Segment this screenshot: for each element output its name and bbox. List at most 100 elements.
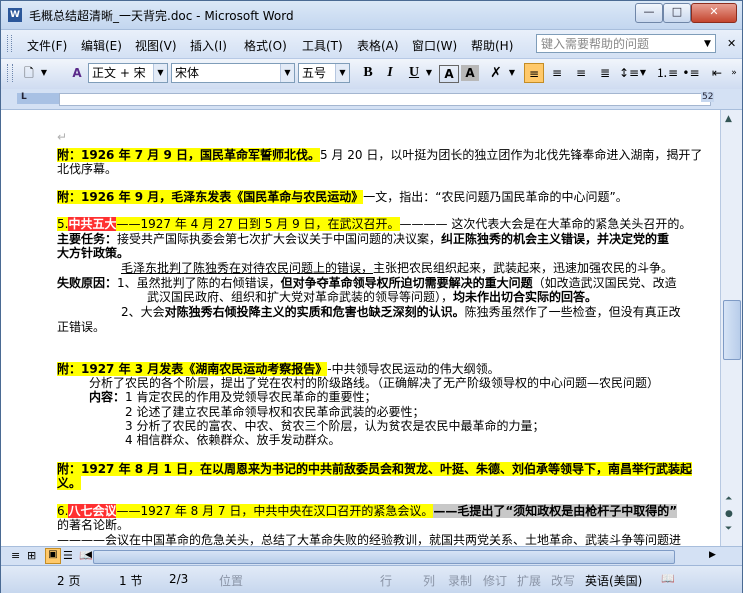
horizontal-ruler[interactable]: L 52 (1, 89, 742, 110)
line-spacing-icon[interactable]: ↕≡ (619, 63, 639, 83)
p10-number: 6. (57, 504, 69, 518)
underline-dropdown-icon[interactable]: ▼ (424, 63, 434, 83)
web-layout-view-icon[interactable]: ⊞ (27, 549, 36, 562)
bullets-button[interactable]: •≡ (681, 63, 701, 83)
font-size-combobox[interactable]: 五号 ▼ (298, 63, 350, 83)
p3-date: ——1927 年 4 月 27 日到 5 月 9 日，在武汉召开。 (116, 217, 400, 231)
p10-gray: ——毛提出了“须知政权是由枪杆子中取得的” (433, 504, 678, 518)
doc-line-16: 3 分析了农民的富农、中农、贫农三个阶层，认为贫农是农民中最革命的力量； (125, 419, 544, 434)
menu-help[interactable]: 帮助(H) (471, 37, 513, 54)
p10-line2: 的著名论断。 (57, 518, 130, 532)
help-search-input[interactable]: 键入需要帮助的问题 (536, 34, 716, 53)
style-value: 正文 + 宋 (92, 66, 146, 80)
ruler-scale[interactable] (59, 93, 711, 106)
p3-number: 5. (57, 217, 69, 231)
menu-window[interactable]: 窗口(W) (412, 37, 457, 54)
bold-button[interactable]: B (359, 63, 377, 83)
p6-text2: （如改造武汉国民党、改造 (532, 276, 677, 290)
new-document-icon[interactable]: 🗋 (19, 63, 39, 83)
style-dropdown-icon[interactable]: ▼ (153, 64, 167, 82)
p9-line2: 义。 (57, 476, 82, 490)
align-right-button[interactable]: ≡ (571, 63, 591, 83)
status-extend[interactable]: 扩展 (517, 572, 541, 589)
decrease-indent-button[interactable]: ⇤ (707, 63, 727, 83)
window-title: 毛概总结超清晰_一天背完.doc - Microsoft Word (29, 9, 294, 23)
font-size-dropdown-icon[interactable]: ▼ (335, 64, 349, 82)
text-effects-icon[interactable]: ✗ (485, 63, 507, 83)
print-layout-view-icon[interactable]: ▣ (45, 548, 61, 564)
toolbar-options-icon[interactable]: » (729, 63, 739, 83)
paragraph-mark-icon: ↵ (57, 130, 68, 144)
status-record[interactable]: 录制 (448, 572, 472, 589)
word-window: W 毛概总结超清晰_一天背完.doc - Microsoft Word — □ … (0, 0, 743, 593)
horizontal-scrollbar[interactable]: ≡ ⊞ ▣ ☰ 📖 ◀ ▶ (1, 546, 742, 566)
maximize-button[interactable]: □ (663, 3, 691, 23)
status-bar: 2 页 1 节 2/3 位置 行 列 录制 修订 扩展 改写 英语(美国) 📖 (1, 565, 742, 593)
doc-line-9: 武汉国民政府、组织和扩大党对革命武装的领导等问题），均未作出切合实际的回答。 (147, 290, 597, 305)
close-button[interactable]: ✕ (691, 3, 737, 23)
numbering-button[interactable]: ⒈≡ (656, 63, 678, 83)
doc-line-5: 主要任务：接受共产国际执委会第七次扩大会议关于中国问题的决议案，纠正陈独秀的机会… (57, 232, 669, 247)
menu-view[interactable]: 视图(V) (135, 37, 177, 54)
scroll-left-icon[interactable]: ◀ (85, 550, 92, 560)
scroll-up-icon[interactable]: ▲ (725, 114, 732, 124)
vertical-scroll-thumb[interactable] (723, 300, 741, 360)
status-track-changes[interactable]: 修订 (483, 572, 507, 589)
styles-pane-icon[interactable]: A (67, 63, 87, 83)
italic-button[interactable]: I (381, 63, 399, 83)
status-overtype[interactable]: 改写 (551, 572, 575, 589)
underline-button[interactable]: U (405, 63, 423, 83)
menu-table[interactable]: 表格(A) (357, 37, 399, 54)
menu-file[interactable]: 文件(F) (27, 37, 67, 54)
tab-selector-icon[interactable]: L (21, 92, 27, 102)
minimize-button[interactable]: — (635, 3, 663, 23)
align-justify-button[interactable]: ≡ (524, 63, 544, 83)
status-page: 2 页 (57, 574, 81, 588)
style-combobox[interactable]: 正文 + 宋 ▼ (88, 63, 168, 83)
menu-edit[interactable]: 编辑(E) (81, 37, 122, 54)
distributed-align-button[interactable]: ≣ (595, 63, 615, 83)
p2-bold: 附：1926 年 9 月，毛泽东发表《国民革命与农民运动》 (57, 190, 364, 204)
align-center-button[interactable]: ≡ (547, 63, 567, 83)
effects-dropdown-icon[interactable]: ▼ (507, 63, 517, 83)
vertical-scrollbar[interactable]: ▲ ⏶ ● ⏷ (720, 110, 742, 547)
p8-content-4: 4 相信群众、依赖群众、放手发动群众。 (125, 433, 341, 447)
status-language[interactable]: 英语(美国) (585, 572, 642, 589)
p8-rest: -中共领导农民运动的伟大纲领。 (327, 362, 500, 376)
status-column: 列 (423, 574, 436, 588)
previous-page-icon[interactable]: ⏶ (725, 494, 732, 504)
p4-bold: 纠正陈独秀的机会主义错误，并决定党的重 (441, 232, 670, 246)
p6-line2b: 均未作出切合实际的回答。 (453, 290, 598, 304)
doc-line-13: 分析了农民的各个阶层，提出了党在农村的阶级路线。（正确解决了无产阶级领导权的中心… (89, 376, 659, 391)
p6-text1: 1、虽然批判了陈的右倾错误， (117, 276, 281, 290)
select-browse-object-icon[interactable]: ● (725, 509, 733, 519)
p5-underline: 毛泽东批判了陈独秀在对待农民问题上的错误， (121, 261, 374, 275)
doc-line-6: 大方针政策。 (57, 246, 129, 261)
doc-line-10: 2、大会对陈独秀右倾投降主义的实质和危害也缺乏深刻的认识。陈独秀虽然作了一些检查… (121, 305, 681, 320)
doc-line-21: 的著名论断。 (57, 518, 129, 533)
status-section: 1 节 (119, 574, 143, 588)
font-combobox[interactable]: 宋体 ▼ (171, 63, 295, 83)
doc-line-12: 附：1927 年 3 月发表《湖南农民运动考察报告》-中共领导农民运动的伟大纲领… (57, 362, 500, 377)
new-dropdown-icon[interactable]: ▼ (39, 63, 49, 83)
next-page-icon[interactable]: ⏷ (725, 524, 732, 534)
menu-format[interactable]: 格式(O) (244, 37, 287, 54)
menubar-grip-icon[interactable] (7, 35, 12, 52)
outline-view-icon[interactable]: ☰ (63, 549, 73, 562)
doc-line-20: 6.八七会议——1927 年 8 月 7 日，中共中央在汉口召开的紧急会议。——… (57, 504, 678, 519)
menu-tools[interactable]: 工具(T) (302, 37, 343, 54)
character-shading-icon[interactable]: A (461, 65, 479, 81)
spelling-status-icon[interactable]: 📖 (661, 572, 675, 585)
scroll-right-icon[interactable]: ▶ (709, 550, 716, 560)
help-dropdown-icon[interactable]: ▼ (704, 39, 711, 49)
normal-view-icon[interactable]: ≡ (11, 549, 20, 562)
character-border-icon[interactable]: A (439, 65, 459, 83)
toolbar-grip-icon[interactable] (7, 64, 13, 82)
font-dropdown-icon[interactable]: ▼ (280, 64, 294, 82)
document-page[interactable]: ↵ 附：1926 年 7 月 9 日，国民革命军誓师北伐。5 月 20 日，以叶… (1, 110, 720, 546)
menu-insert[interactable]: 插入(I) (190, 37, 227, 54)
horizontal-scroll-thumb[interactable] (93, 550, 675, 564)
close-document-icon[interactable]: ✕ (727, 37, 736, 50)
line-spacing-dropdown-icon[interactable]: ▼ (638, 63, 648, 83)
p4-label: 主要任务： (57, 232, 118, 246)
